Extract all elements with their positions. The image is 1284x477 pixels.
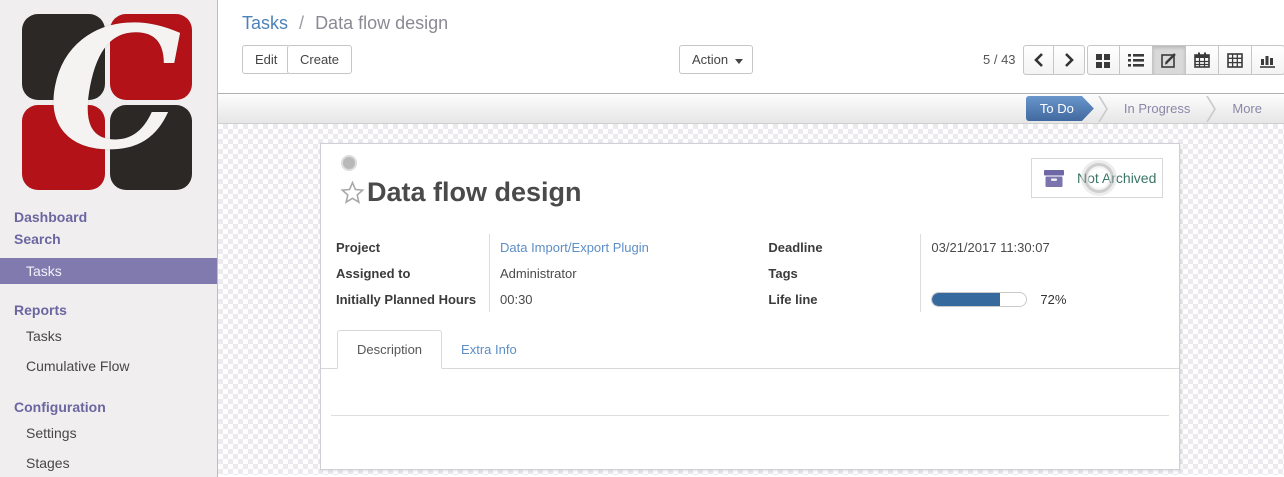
field-group-right: Deadline Tags Life line 03/21/2017 11:30…: [768, 234, 1164, 312]
field-label-deadline: Deadline: [768, 234, 920, 260]
view-pivot-button[interactable]: [1219, 45, 1252, 75]
tab-description[interactable]: Description: [337, 330, 442, 369]
breadcrumb-separator: /: [293, 13, 310, 33]
field-label-assigned-to: Assigned to: [336, 260, 489, 286]
stage-in-progress[interactable]: In Progress: [1110, 101, 1204, 116]
sidebar-item-search[interactable]: Search: [0, 228, 217, 250]
notebook-tabs: Description Extra Info: [321, 330, 1179, 369]
content-divider: [331, 415, 1169, 416]
breadcrumb: Tasks / Data flow design: [218, 0, 1284, 34]
breadcrumb-current: Data flow design: [315, 13, 448, 33]
form-card: Data flow design Not Archived Project As…: [320, 143, 1180, 470]
edit-form-icon: [1161, 52, 1177, 68]
sidebar: C Dashboard Search Tasks Reports Tasks C…: [0, 0, 218, 477]
status-dot-icon: [343, 157, 355, 169]
toolbar: Edit Create Action 5 / 43: [218, 45, 1284, 85]
sidebar-item-stages[interactable]: Stages: [0, 448, 217, 477]
list-icon: [1128, 53, 1144, 67]
caret-down-icon: [735, 59, 743, 64]
archive-box-icon: [1043, 169, 1065, 188]
view-calendar-button[interactable]: [1186, 45, 1219, 75]
stage-separator-icon: [1098, 96, 1108, 122]
field-value-initially-planned-hours: 00:30: [500, 286, 765, 312]
task-title: Data flow design: [367, 177, 582, 208]
tab-extra-info[interactable]: Extra Info: [442, 331, 536, 368]
field-value-project-link[interactable]: Data Import/Export Plugin: [500, 234, 765, 260]
pager-counter: 5 / 43: [983, 52, 1016, 67]
stage-separator-icon: [1206, 96, 1216, 122]
breadcrumb-tasks-link[interactable]: Tasks: [242, 13, 288, 33]
sidebar-section-configuration: Configuration: [0, 396, 217, 418]
chevron-left-icon: [1034, 53, 1044, 67]
pivot-table-icon: [1227, 53, 1243, 68]
view-form-button[interactable]: [1153, 45, 1186, 75]
life-line-progressbar: 72%: [931, 292, 1066, 307]
field-label-initially-planned-hours: Initially Planned Hours: [336, 286, 489, 312]
app-window: C Dashboard Search Tasks Reports Tasks C…: [0, 0, 1284, 477]
field-label-tags: Tags: [768, 260, 920, 286]
view-switcher: [1087, 45, 1284, 75]
pager-next-button[interactable]: [1054, 45, 1085, 75]
main-area: Tasks / Data flow design Edit Create Act…: [218, 0, 1284, 477]
logo-letter: C: [48, 0, 182, 190]
form-view-background: Data flow design Not Archived Project As…: [218, 124, 1284, 475]
chevron-right-icon: [1064, 53, 1074, 67]
field-value-deadline: 03/21/2017 11:30:07: [931, 234, 1164, 260]
statusbar: To Do In Progress More: [218, 93, 1284, 124]
bar-chart-icon: [1260, 52, 1276, 68]
view-kanban-button[interactable]: [1087, 45, 1120, 75]
pager-previous-button[interactable]: [1023, 45, 1054, 75]
field-label-life-line: Life line: [768, 286, 920, 312]
sidebar-section-reports: Reports: [0, 299, 217, 321]
stage-to-do[interactable]: To Do: [1026, 96, 1094, 121]
stage-more[interactable]: More: [1218, 101, 1276, 116]
not-archived-label: Not Archived: [1077, 170, 1156, 186]
view-graph-button[interactable]: [1252, 45, 1284, 75]
sidebar-item-settings[interactable]: Settings: [0, 418, 217, 448]
favorite-star-icon[interactable]: [340, 180, 365, 205]
field-group-left: Project Assigned to Initially Planned Ho…: [336, 234, 765, 312]
field-value-tags: [931, 260, 1164, 286]
pager-buttons: [1023, 45, 1085, 75]
sidebar-item-dashboard[interactable]: Dashboard: [0, 206, 217, 228]
edit-button[interactable]: Edit: [242, 45, 290, 74]
life-line-progress-fill: [932, 293, 1000, 306]
life-line-percent: 72%: [1040, 292, 1066, 307]
sidebar-item-reports-tasks[interactable]: Tasks: [0, 321, 217, 351]
create-button[interactable]: Create: [287, 45, 352, 74]
action-label: Action: [692, 52, 728, 67]
sidebar-item-tasks-selected[interactable]: Tasks: [0, 258, 217, 284]
view-list-button[interactable]: [1120, 45, 1153, 75]
field-value-assigned-to: Administrator: [500, 260, 765, 286]
calendar-icon: [1194, 52, 1210, 68]
kanban-icon: [1096, 53, 1111, 68]
main-header: Tasks / Data flow design Edit Create Act…: [218, 0, 1284, 93]
field-groups: Project Assigned to Initially Planned Ho…: [336, 234, 1164, 312]
app-logo: C: [22, 14, 192, 190]
not-archived-button[interactable]: Not Archived: [1031, 158, 1163, 198]
field-label-project: Project: [336, 234, 489, 260]
action-dropdown-button[interactable]: Action: [679, 45, 753, 74]
sidebar-item-cumulative-flow[interactable]: Cumulative Flow: [0, 351, 217, 381]
